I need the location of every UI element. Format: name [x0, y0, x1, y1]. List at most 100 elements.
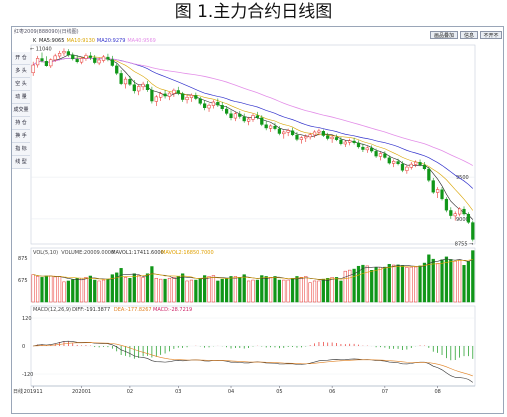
- volume-bar: [154, 277, 158, 303]
- volume-bar: [141, 277, 145, 303]
- volume-bar: [392, 264, 396, 303]
- candle-body: [154, 96, 158, 102]
- candle-body: [458, 208, 462, 215]
- candle-body: [365, 147, 369, 151]
- candle-body: [66, 51, 70, 55]
- volume-bar: [31, 274, 35, 303]
- volume-bar: [374, 267, 378, 303]
- candle-body: [431, 180, 435, 193]
- candle-body: [383, 153, 387, 158]
- volume-bar: [418, 265, 422, 303]
- volume-legend-item: MAVOL2:16850.7000: [161, 250, 214, 256]
- candle-body: [290, 130, 295, 136]
- candle-body: [405, 166, 409, 171]
- volume-bar: [233, 276, 238, 303]
- volume-bar: [145, 273, 150, 303]
- candle-body: [326, 135, 330, 139]
- candle-body: [462, 208, 466, 215]
- macd-legend-item: DIFF:-191.3877: [72, 307, 110, 313]
- candle-body: [321, 131, 325, 136]
- candle-body: [110, 59, 114, 66]
- volume-bar: [62, 281, 66, 303]
- volume-legend-item: VOL(5,10): [33, 250, 58, 256]
- candle-body: [62, 51, 66, 54]
- candle-body: [233, 113, 238, 119]
- volume-bar: [286, 279, 290, 303]
- candle-body: [238, 113, 242, 117]
- price-legend-item: MA5:9065: [39, 38, 64, 44]
- candle-body: [97, 59, 101, 64]
- candle-body: [422, 164, 427, 169]
- price-legend-item: MA40:9569: [127, 38, 156, 44]
- x-tick-label: 201911: [24, 389, 43, 395]
- macd-legend-item: DEA:-177.8267: [114, 307, 152, 313]
- volume-legend-item: MAVOL1:17411.6000: [111, 250, 164, 256]
- volume-bar: [79, 277, 84, 303]
- candle-body: [414, 161, 418, 165]
- volume-bar: [66, 280, 70, 303]
- volume-bar: [264, 276, 268, 303]
- candle-body: [185, 97, 189, 101]
- volume-bar: [225, 277, 229, 303]
- volume-bar: [93, 279, 97, 303]
- candle-body: [207, 104, 211, 109]
- candle-body: [370, 147, 374, 152]
- candle-body: [277, 128, 281, 134]
- macd-tick-label: 0: [22, 344, 25, 350]
- volume-bar: [238, 277, 242, 303]
- x-tick-label: 202001: [72, 389, 91, 395]
- volume-bar: [383, 266, 387, 303]
- candle-body: [356, 142, 361, 148]
- volume-bar: [339, 280, 343, 303]
- volume-bar: [246, 280, 251, 303]
- candle-body: [137, 86, 141, 92]
- price-legend-item: MA10:9130: [66, 38, 95, 44]
- candle-body: [396, 161, 400, 164]
- candle-body: [220, 105, 224, 109]
- volume-bar: [49, 275, 53, 303]
- candle-body: [141, 83, 145, 88]
- volume-bar: [255, 279, 260, 303]
- candle-body: [35, 58, 40, 66]
- candle-body: [312, 131, 317, 136]
- futures-chart: 95009000K MA5:9065 MA10:9130 MA20:9279 MA40:…: [18, 38, 476, 395]
- low-annotation: 8755 →: [455, 241, 474, 247]
- candle-body: [198, 98, 202, 104]
- candle-body: [203, 103, 207, 108]
- candle-body: [216, 102, 220, 106]
- candle-body: [449, 210, 453, 216]
- volume-bar: [101, 279, 106, 303]
- macd-legend-item: MACD:-28.7219: [153, 307, 192, 313]
- volume-bar: [203, 275, 207, 303]
- volume-bar: [123, 277, 128, 303]
- volume-bar: [163, 278, 167, 303]
- volume-bar: [308, 282, 312, 303]
- price-legend-item: K: [33, 38, 37, 44]
- candle-body: [339, 139, 343, 144]
- x-tick-label: 05: [276, 389, 282, 395]
- volume-bar: [361, 264, 365, 303]
- volume-bar: [260, 275, 264, 303]
- volume-bar: [273, 276, 277, 303]
- candle-body: [194, 95, 198, 99]
- volume-bar: [106, 278, 110, 303]
- volume-bar: [35, 276, 40, 303]
- volume-bar: [414, 266, 418, 303]
- macd-tick-label: -120: [22, 372, 33, 378]
- volume-bar: [194, 279, 198, 303]
- volume-bar: [128, 277, 132, 303]
- candle-body: [260, 117, 264, 125]
- volume-bar: [440, 259, 444, 303]
- volume-bar: [185, 280, 189, 303]
- volume-bar: [317, 280, 321, 303]
- volume-bar: [343, 270, 347, 303]
- volume-bar: [458, 259, 462, 303]
- candle-body: [181, 93, 185, 100]
- price-legend-item: MA20:9279: [97, 38, 126, 44]
- candle-body: [440, 189, 444, 200]
- x-tick-label: 03: [175, 389, 181, 395]
- candle-body: [436, 189, 440, 193]
- candle-body: [444, 198, 449, 211]
- volume-legend-item: VOLUME:20009.0000: [61, 250, 114, 256]
- candle-body: [225, 108, 229, 114]
